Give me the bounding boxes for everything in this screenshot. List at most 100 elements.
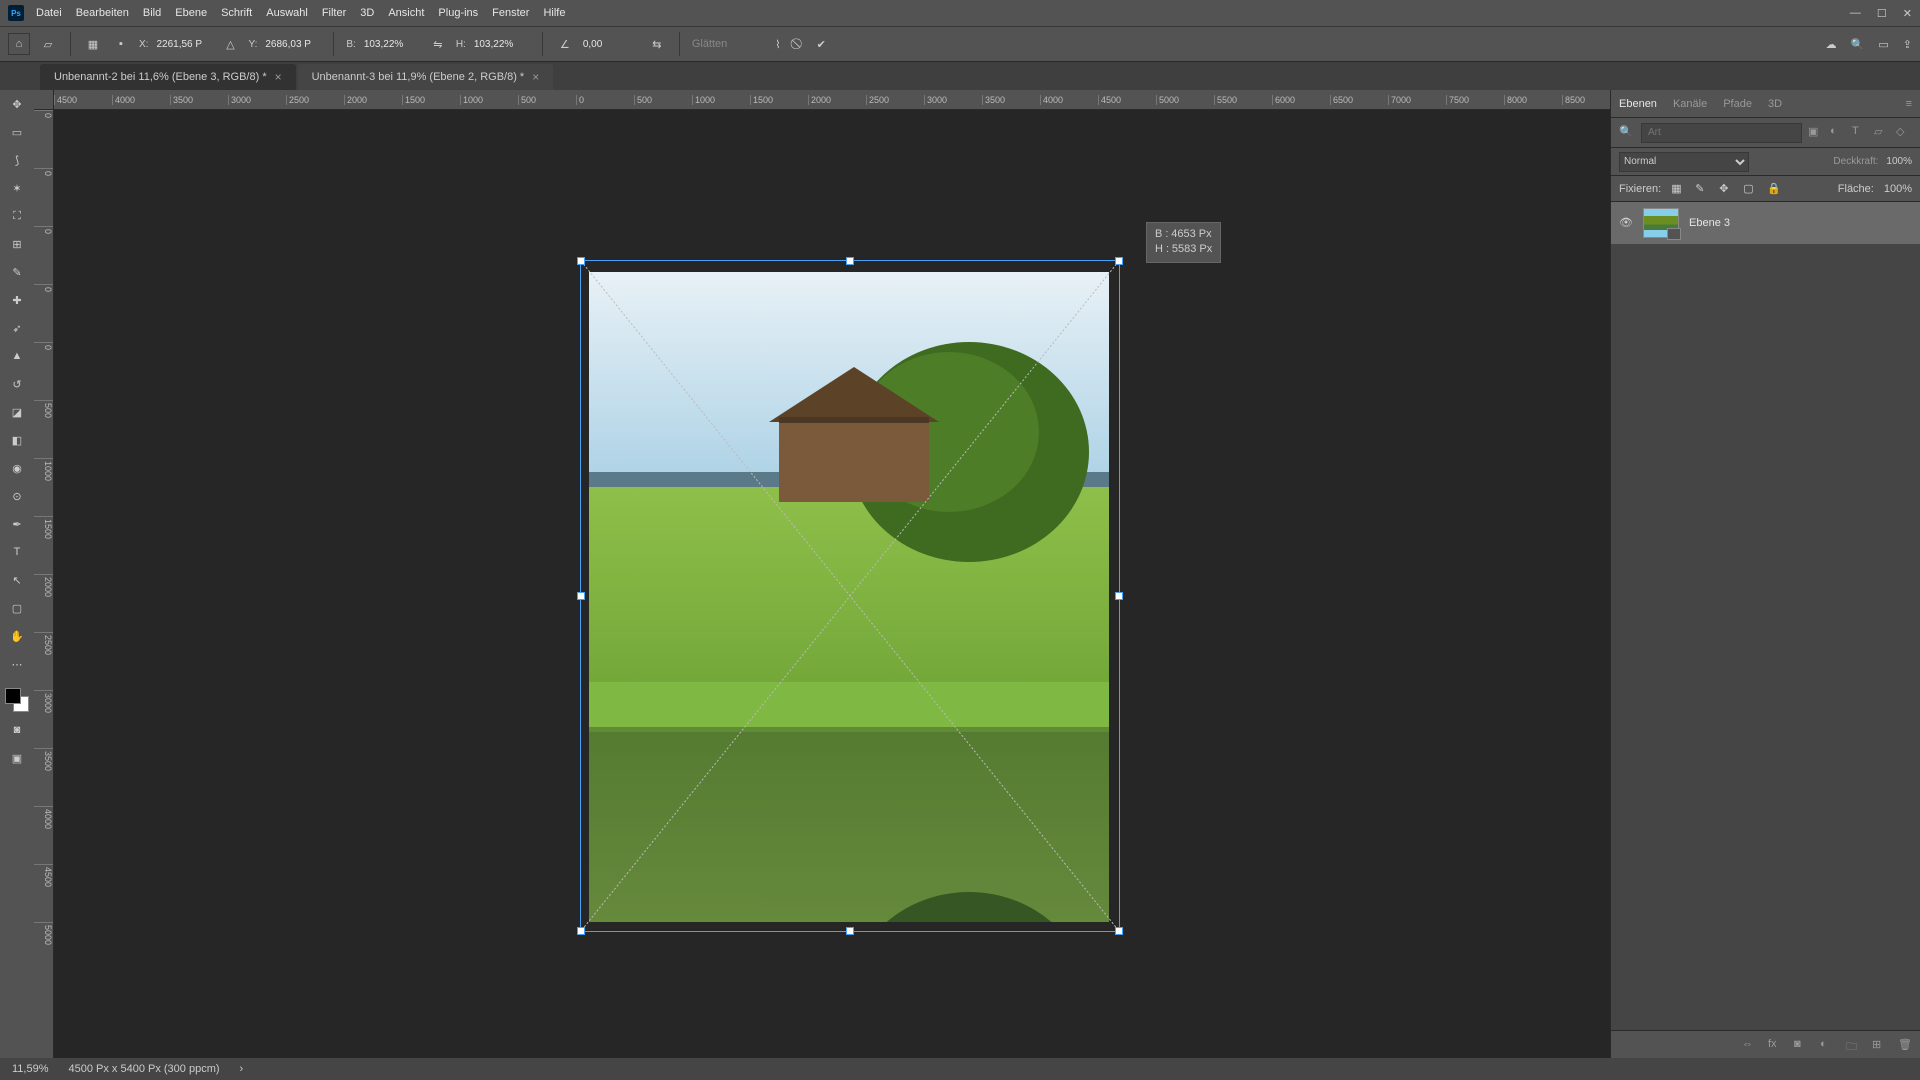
new-layer-icon[interactable]: ⊞ [1872,1038,1886,1052]
lock-all-icon[interactable]: 🔒 [1767,182,1781,196]
filter-type-icon[interactable]: T [1852,125,1868,141]
fill-value[interactable]: 100% [1884,183,1912,195]
menu-plugins[interactable]: Plug-ins [438,7,478,19]
frame-tool[interactable]: ⊞ [5,234,29,254]
x-input[interactable] [156,39,212,50]
menu-window[interactable]: Fenster [492,7,529,19]
delete-layer-icon[interactable]: 🗑 [1898,1038,1912,1052]
screenmode-tool[interactable]: ▣ [5,748,29,768]
tab-paths[interactable]: Pfade [1723,98,1752,110]
transform-handle-br[interactable] [1115,927,1123,935]
layer-filter-input[interactable] [1641,123,1802,143]
crop-tool[interactable]: ⛶ [5,206,29,226]
pen-tool[interactable]: ✒ [5,514,29,534]
menu-3d[interactable]: 3D [360,7,374,19]
brush-tool[interactable]: ➶ [5,318,29,338]
transform-handle-tl[interactable] [577,257,585,265]
transform-handle-bl[interactable] [577,927,585,935]
reference-point-icon[interactable]: ▦ [83,34,103,54]
adjustment-layer-icon[interactable]: ◐ [1820,1038,1834,1052]
gradient-tool[interactable]: ◧ [5,430,29,450]
canvas-area[interactable]: 4500400035003000250020001500100050005001… [34,90,1610,1058]
move-tool[interactable]: ✥ [5,94,29,114]
transform-handle-tc[interactable] [846,257,854,265]
layer-row[interactable]: 👁 Ebene 3 [1611,202,1920,244]
menu-image[interactable]: Bild [143,7,161,19]
blur-tool[interactable]: ◉ [5,458,29,478]
color-swatch[interactable] [5,688,29,712]
transform-bounds[interactable] [580,260,1120,932]
stamp-tool[interactable]: ▲ [5,346,29,366]
path-select-tool[interactable]: ↖ [5,570,29,590]
menu-layer[interactable]: Ebene [175,7,207,19]
opacity-value[interactable]: 100% [1886,156,1912,167]
warp-mode-icon[interactable]: ⌇ [775,38,780,51]
search-icon[interactable]: 🔍 [1851,38,1865,51]
group-icon[interactable]: 🗀 [1846,1038,1860,1052]
dodge-tool[interactable]: ⊙ [5,486,29,506]
swap-xy-icon[interactable]: △ [220,34,240,54]
layer-thumbnail[interactable] [1643,208,1679,238]
layer-name[interactable]: Ebene 3 [1689,217,1730,229]
lock-pixels-icon[interactable]: ▦ [1671,182,1685,196]
eyedropper-tool[interactable]: ✎ [5,262,29,282]
lock-position-icon[interactable]: ✎ [1695,182,1709,196]
menu-select[interactable]: Auswahl [266,7,308,19]
menu-filter[interactable]: Filter [322,7,346,19]
link-aspect-icon[interactable]: ⇋ [428,34,448,54]
document-info[interactable]: 4500 Px x 5400 Px (300 ppcm) [69,1063,220,1075]
lock-move-icon[interactable]: ✥ [1719,182,1733,196]
menu-type[interactable]: Schrift [221,7,252,19]
menu-file[interactable]: Datei [36,7,62,19]
filter-adjust-icon[interactable]: ◐ [1830,125,1846,141]
layer-mask-icon[interactable]: ◙ [1794,1038,1808,1052]
angle-input[interactable] [583,39,639,50]
hand-tool[interactable]: ✋ [5,626,29,646]
zoom-level[interactable]: 11,59% [12,1063,49,1075]
maximize-button[interactable]: ☐ [1877,7,1887,20]
commit-transform-button[interactable]: ✔ [817,38,826,51]
close-tab-icon[interactable]: × [532,70,539,84]
layer-style-icon[interactable]: fx [1768,1038,1782,1052]
w-input[interactable] [364,39,420,50]
cloud-docs-icon[interactable]: ☁ [1826,38,1837,51]
menu-help[interactable]: Hilfe [543,7,565,19]
share-icon[interactable]: ⇪ [1903,38,1912,51]
filter-smart-icon[interactable]: ◇ [1896,125,1912,141]
lock-artboard-icon[interactable]: ▢ [1743,182,1757,196]
blend-mode-select[interactable]: Normal [1619,152,1749,172]
transform-handle-ml[interactable] [577,592,585,600]
lasso-tool[interactable]: ⟆ [5,150,29,170]
vertical-ruler[interactable]: 0000050010001500200025003000350040004500… [34,110,54,1058]
transform-handle-bc[interactable] [846,927,854,935]
status-more-icon[interactable]: › [240,1063,244,1075]
transform-icon[interactable]: ▱ [38,34,58,54]
healing-tool[interactable]: ✚ [5,290,29,310]
h-input[interactable] [474,39,530,50]
magic-wand-tool[interactable]: ✶ [5,178,29,198]
interpolation-select[interactable]: Glätten [692,38,727,50]
shape-tool[interactable]: ▢ [5,598,29,618]
close-tab-icon[interactable]: × [275,70,282,84]
eraser-tool[interactable]: ◪ [5,402,29,422]
menu-edit[interactable]: Bearbeiten [76,7,129,19]
link-layers-icon[interactable]: ⇔ [1742,1038,1756,1052]
menu-view[interactable]: Ansicht [388,7,424,19]
tab-layers[interactable]: Ebenen [1619,98,1657,110]
y-input[interactable] [265,39,321,50]
horizontal-ruler[interactable]: 4500400035003000250020001500100050005001… [54,90,1610,110]
transform-handle-tr[interactable] [1115,257,1123,265]
ruler-origin[interactable] [34,90,54,110]
tab-channels[interactable]: Kanäle [1673,98,1707,110]
workspace-icon[interactable]: ▭ [1878,38,1888,51]
reference-toggle-icon[interactable]: ▪ [111,34,131,54]
tab-3d[interactable]: 3D [1768,98,1782,110]
minimize-button[interactable]: — [1850,7,1861,20]
filter-image-icon[interactable]: ▣ [1808,125,1824,141]
type-tool[interactable]: T [5,542,29,562]
transform-handle-mr[interactable] [1115,592,1123,600]
document-tab[interactable]: Unbenannt-3 bei 11,9% (Ebene 2, RGB/8) *… [298,64,554,90]
flip-h-icon[interactable]: ⇆ [647,34,667,54]
history-brush-tool[interactable]: ↺ [5,374,29,394]
visibility-toggle-icon[interactable]: 👁 [1619,216,1633,230]
